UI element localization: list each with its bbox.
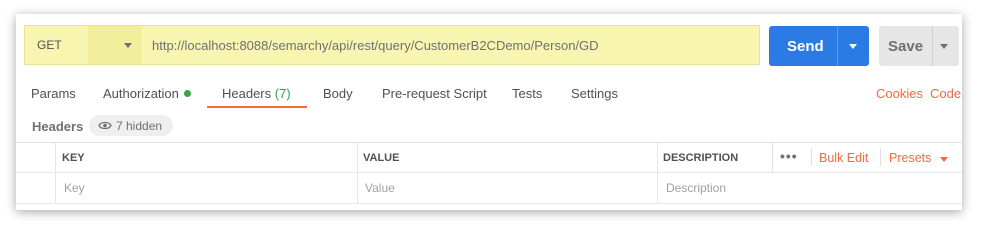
method-value: GET	[37, 38, 62, 52]
tab-headers-label: Headers	[222, 86, 272, 101]
tab-settings[interactable]: Settings	[571, 86, 618, 101]
column-header-key: KEY	[62, 152, 85, 164]
bulk-edit-button[interactable]: Bulk Edit	[819, 151, 868, 165]
key-input[interactable]: Key	[64, 181, 85, 195]
save-label: Save	[888, 38, 924, 55]
tab-pre-request-script[interactable]: Pre-request Script	[382, 86, 487, 101]
tab-params[interactable]: Params	[31, 86, 76, 101]
status-dot-icon	[183, 90, 191, 97]
column-divider	[357, 142, 358, 203]
table-border-top	[16, 142, 962, 143]
column-divider	[55, 142, 56, 203]
description-input[interactable]: Description	[666, 181, 726, 195]
tab-body[interactable]: Body	[323, 86, 353, 101]
toolbar-divider	[811, 148, 812, 166]
tab-headers[interactable]: Headers (7)	[222, 86, 291, 101]
headers-section-title: Headers	[32, 119, 84, 134]
value-input[interactable]: Value	[365, 181, 395, 195]
tab-authorization[interactable]: Authorization	[103, 86, 191, 101]
tab-headers-count: (7)	[274, 86, 291, 101]
tab-authorization-label: Authorization	[103, 86, 179, 101]
hidden-headers-toggle[interactable]: 7 hidden	[89, 115, 173, 136]
save-options-chevron-down-icon[interactable]	[940, 44, 948, 49]
column-divider	[772, 142, 773, 172]
presets-chevron-down-icon[interactable]	[940, 157, 948, 162]
more-options-icon[interactable]: •••	[780, 148, 798, 164]
url-value: http://localhost:8088/semarchy/api/rest/…	[152, 38, 599, 53]
send-button[interactable]: Send	[769, 26, 869, 66]
cookies-link[interactable]: Cookies	[876, 86, 923, 101]
save-divider	[932, 26, 933, 66]
hidden-headers-label: 7 hidden	[116, 119, 163, 133]
request-panel: GET http://localhost:8088/semarchy/api/r…	[16, 14, 962, 210]
send-label: Send	[787, 38, 824, 55]
url-input[interactable]: http://localhost:8088/semarchy/api/rest/…	[141, 25, 760, 65]
send-options-chevron-down-icon[interactable]	[849, 44, 857, 49]
code-link[interactable]: Code	[930, 86, 961, 101]
eye-icon	[98, 121, 112, 130]
column-header-description: DESCRIPTION	[663, 152, 739, 164]
chevron-down-icon	[124, 43, 132, 48]
table-row-divider	[16, 172, 962, 173]
save-button[interactable]: Save	[879, 26, 959, 66]
presets-button[interactable]: Presets	[889, 151, 931, 165]
method-dropdown-toggle[interactable]	[88, 26, 141, 64]
send-divider	[837, 26, 838, 66]
column-header-value: VALUE	[363, 152, 400, 164]
table-border-bottom	[16, 203, 962, 204]
active-tab-indicator	[207, 106, 307, 108]
tab-tests[interactable]: Tests	[512, 86, 542, 101]
toolbar-divider	[880, 148, 881, 166]
column-divider	[657, 142, 658, 203]
method-select[interactable]: GET	[24, 25, 141, 65]
